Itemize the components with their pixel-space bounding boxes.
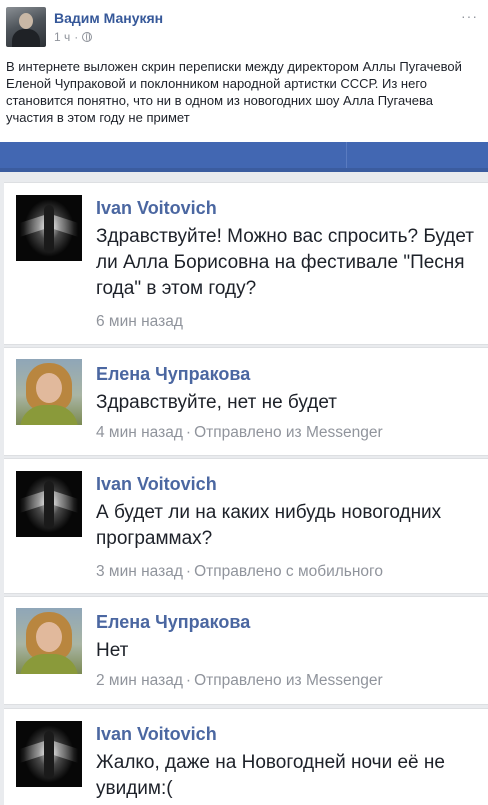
message-meta: 2 мин назад · Отправлено из Messenger (96, 672, 383, 690)
sender-name: Елена Чупракова (96, 612, 251, 632)
conversation-screenshot: Ivan Voitovich Здравствуйте! Можно вас с… (0, 142, 488, 805)
message-source: Отправлено из Messenger (194, 424, 383, 441)
meta-separator: · (185, 563, 192, 580)
post-time[interactable]: 1 ч (54, 30, 70, 44)
sender-name: Ivan Voitovich (96, 474, 217, 494)
message-item: Ivan Voitovich Жалко, даже на Новогодней… (4, 708, 488, 805)
message-item: Ivan Voitovich А будет ли на каких нибуд… (4, 458, 488, 594)
message-text: А будет ли на каких нибудь новогодних пр… (96, 502, 442, 549)
message-text: Нет (96, 640, 129, 661)
author-avatar[interactable] (6, 7, 46, 47)
sender-avatar (16, 608, 82, 674)
message-item: Ivan Voitovich Здравствуйте! Можно вас с… (4, 182, 488, 345)
post-meta: 1 ч · (54, 30, 93, 44)
message-item: Елена Чупракова Нет 2 мин назад · Отправле… (4, 596, 488, 705)
message-time: 3 мин назад (96, 563, 183, 580)
sender-avatar (16, 195, 82, 261)
sender-avatar (16, 471, 82, 537)
sender-name: Елена Чупракова (96, 364, 251, 384)
post-text: В интернете выложен скрин переписки межд… (6, 59, 462, 125)
message-time: 2 мин назад (96, 672, 183, 689)
message-time: 6 мин назад (96, 313, 183, 330)
meta-separator: · (185, 672, 192, 689)
message-meta: 3 мин назад · Отправлено с мобильного (96, 563, 383, 581)
meta-separator: · (185, 424, 192, 441)
message-source: Отправлено из Messenger (194, 672, 383, 689)
message-item: Елена Чупракова Здравствуйте, нет не буд… (4, 347, 488, 456)
messenger-top-bar (0, 142, 488, 172)
meta-separator: · (74, 30, 79, 44)
more-options-icon[interactable]: ··· (461, 8, 478, 24)
message-text: Здравствуйте! Можно вас спросить? Будет … (96, 226, 474, 299)
globe-icon[interactable] (82, 32, 93, 42)
message-source: Отправлено с мобильного (194, 563, 383, 580)
message-text: Жалко, даже на Новогодней ночи её не уви… (96, 752, 445, 799)
author-name[interactable]: Вадим Манукян (54, 10, 163, 26)
sender-name: Ivan Voitovich (96, 724, 217, 744)
sender-avatar (16, 721, 82, 787)
message-meta: 6 мин назад (96, 313, 183, 331)
message-text: Здравствуйте, нет не будет (96, 392, 337, 413)
sender-name: Ivan Voitovich (96, 198, 217, 218)
post-header: Вадим Манукян 1 ч · ··· (0, 0, 488, 56)
sender-avatar (16, 359, 82, 425)
message-meta: 4 мин назад · Отправлено из Messenger (96, 424, 383, 442)
message-time: 4 мин назад (96, 424, 183, 441)
